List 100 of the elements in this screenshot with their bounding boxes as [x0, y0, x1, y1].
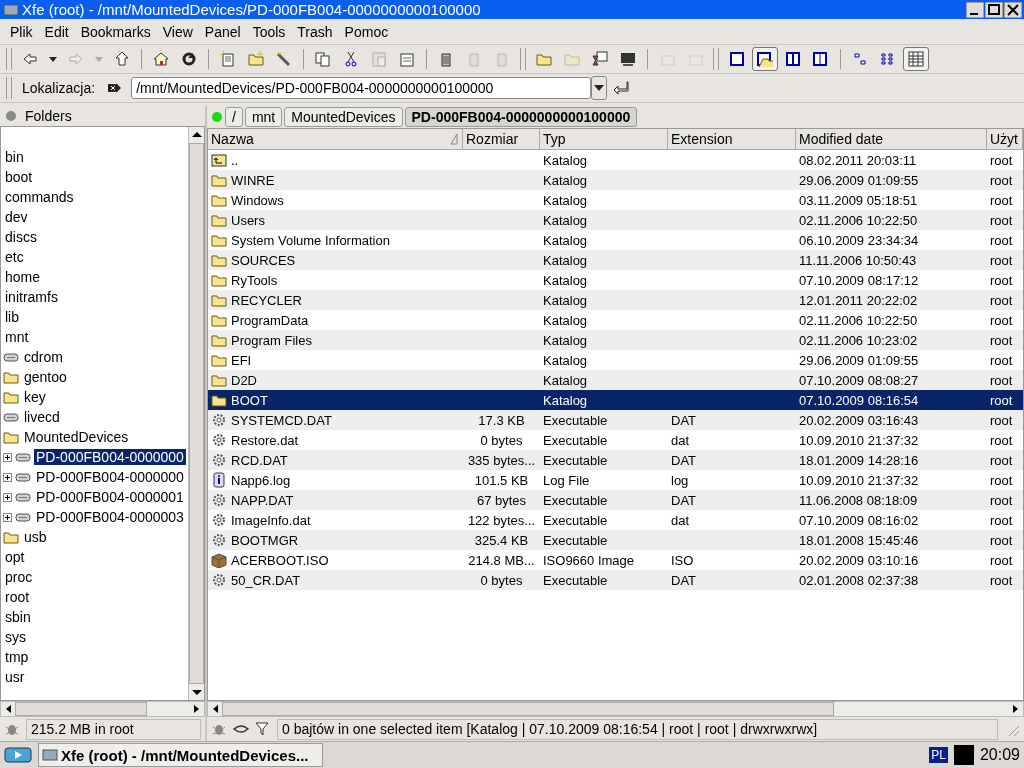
menu-item[interactable]: Pomoc: [338, 23, 395, 40]
tree-item[interactable]: boot: [3, 169, 35, 185]
tree-item[interactable]: sbin: [3, 609, 33, 625]
trash-icon: [438, 51, 454, 67]
path-button[interactable]: MountedDevices: [284, 107, 403, 127]
tree-item[interactable]: home: [3, 269, 43, 285]
tree-item[interactable]: etc: [3, 249, 26, 265]
enter-icon[interactable]: [613, 80, 630, 96]
parent-folder-icon: [211, 152, 227, 168]
file-row[interactable]: 50_CR.DAT 0 bytes Executable DAT 02.01.2008 02:37:38 root: [208, 570, 1023, 590]
tree-item[interactable]: commands: [3, 189, 76, 205]
file-row[interactable]: BOOTMGR 325.4 KB Executable 18.01.2008 15:45:46 root: [208, 530, 1023, 550]
file-row[interactable]: System Volume Information Katalog 06.10.2009 23:34:34 root: [208, 230, 1023, 250]
expand-icon[interactable]: [3, 492, 12, 502]
tree-item[interactable]: bin: [3, 149, 26, 165]
table-cell: 02.01.2008 02:37:38: [799, 572, 919, 588]
tree-item[interactable]: discs: [3, 229, 39, 245]
file-row[interactable]: SOURCES Katalog 11.11.2006 10:50:43 root: [208, 250, 1023, 270]
file-row[interactable]: D2D Katalog 07.10.2009 08:08:27 root: [208, 370, 1023, 390]
tree-item[interactable]: dev: [3, 209, 30, 225]
path-button[interactable]: mnt: [244, 107, 283, 127]
file-row[interactable]: EFI Katalog 29.06.2009 01:09:55 root: [208, 350, 1023, 370]
path-button[interactable]: /: [225, 107, 243, 127]
tree-item[interactable]: PD-000FB004-0000000: [34, 469, 186, 485]
file-row[interactable]: RECYCLER Katalog 12.01.2011 20:22:02 root: [208, 290, 1023, 310]
file-row[interactable]: WINRE Katalog 29.06.2009 01:09:55 root: [208, 170, 1023, 190]
tree-item[interactable]: usr: [3, 669, 27, 685]
file-row[interactable]: .. Katalog 08.02.2011 20:03:11 root: [208, 150, 1023, 170]
expand-icon[interactable]: [3, 472, 12, 482]
start-icon[interactable]: [4, 747, 32, 763]
horizontal-scrollbar[interactable]: [0, 701, 205, 717]
table-cell: 325.4 KB: [474, 532, 529, 548]
tree-panel-button[interactable]: [752, 47, 778, 71]
menu-item[interactable]: Tools: [246, 23, 292, 40]
tree-item[interactable]: sys: [3, 629, 28, 645]
folder-icon: [211, 332, 227, 348]
sort-icon: [449, 133, 459, 145]
close-icon[interactable]: [1004, 1, 1022, 18]
location-field[interactable]: /mnt/MountedDevices/PD-000FB004-0000000000100000: [131, 77, 592, 99]
column-header[interactable]: Użyt: [987, 129, 1023, 150]
scroll-thumb[interactable]: [15, 702, 147, 716]
menu-item[interactable]: Plik: [4, 23, 39, 40]
keyboard-layout[interactable]: PL: [929, 747, 948, 763]
tree-item[interactable]: gentoo: [22, 369, 69, 385]
file-row[interactable]: Windows Katalog 03.11.2009 05:18:51 root: [208, 190, 1023, 210]
menu-item[interactable]: Edit: [38, 23, 75, 40]
tree-item[interactable]: MountedDevices: [22, 429, 131, 445]
menu-item[interactable]: Trash: [291, 23, 339, 40]
menu-item[interactable]: Bookmarks: [74, 23, 157, 40]
status-text: 0 bajtów in one selected item [Katalog | 07.10.2009 08:16:54 | root | root | drwxrwxrwx]: [277, 718, 998, 740]
column-header[interactable]: Typ: [540, 129, 668, 150]
horizontal-scrollbar[interactable]: [207, 701, 1024, 717]
expand-icon[interactable]: [3, 512, 12, 522]
maximize-icon[interactable]: [985, 1, 1003, 18]
column-header[interactable]: Nazwa: [208, 129, 463, 150]
file-row[interactable]: BOOT Katalog 07.10.2009 08:16:54 root: [208, 390, 1023, 410]
file-row[interactable]: NAPP.DAT 67 bytes Executable DAT 11.06.2008 08:18:09 root: [208, 490, 1023, 510]
tree-item[interactable]: proc: [3, 569, 35, 585]
tree-item[interactable]: usb: [22, 529, 49, 545]
file-name: Windows: [231, 192, 284, 208]
column-header[interactable]: Modified date: [796, 129, 987, 150]
minimize-icon[interactable]: [966, 1, 984, 18]
scroll-thumb[interactable]: [222, 702, 834, 716]
tree-item[interactable]: root: [3, 589, 32, 605]
path-button[interactable]: PD-000FB004-0000000000100000: [404, 107, 638, 127]
file-row[interactable]: ACERBOOT.ISO 214.8 MB... ISO9660 Image ISO 20.02.2009 03:10:16 root: [208, 550, 1023, 570]
tree-item[interactable]: PD-000FB004-0000001: [34, 489, 186, 505]
tree-item[interactable]: mnt: [3, 329, 31, 345]
file-row[interactable]: Program Files Katalog 02.11.2006 10:23:02 root: [208, 330, 1023, 350]
filter-icon[interactable]: [255, 721, 271, 737]
file-row[interactable]: SYSTEMCD.DAT 17.3 KB Executable DAT 20.02.2009 03:16:43 root: [208, 410, 1023, 430]
tree-item[interactable]: cdrom: [22, 349, 65, 365]
tree-item[interactable]: opt: [3, 549, 27, 565]
tree-item[interactable]: PD-000FB004-0000003: [34, 509, 186, 525]
file-row[interactable]: RyTools Katalog 07.10.2009 08:17:12 root: [208, 270, 1023, 290]
tree-item[interactable]: key: [22, 389, 48, 405]
file-row[interactable]: Users Katalog 02.11.2006 10:22:50 root: [208, 210, 1023, 230]
menu-item[interactable]: View: [156, 23, 199, 40]
column-header[interactable]: Extension: [668, 129, 796, 150]
table-cell: ISO9660 Image: [543, 552, 635, 568]
tree-item[interactable]: PD-000FB004-0000000: [34, 449, 186, 465]
file-row[interactable]: Restore.dat 0 bytes Executable dat 10.09.2010 21:37:32 root: [208, 430, 1023, 450]
detailed-list-button[interactable]: [903, 47, 929, 71]
tray-icon[interactable]: [953, 745, 974, 765]
file-row[interactable]: ImageInfo.dat 122 bytes... Executable dat 07.10.2009 08:16:02 root: [208, 510, 1023, 530]
file-row[interactable]: Napp6.log 101.5 KB Log File log 10.09.2010 21:37:32 root: [208, 470, 1023, 490]
taskbar-button[interactable]: Xfe (root) - /mnt/MountedDevices...: [38, 743, 323, 767]
table-cell: root: [990, 452, 1013, 468]
table-cell: root: [990, 312, 1013, 328]
detailed-list-icon: [908, 51, 924, 67]
tree-item[interactable]: tmp: [3, 649, 31, 665]
column-header[interactable]: Rozmiar: [463, 129, 540, 150]
file-row[interactable]: ProgramData Katalog 02.11.2006 10:22:50 root: [208, 310, 1023, 330]
expand-icon[interactable]: [3, 452, 12, 462]
dropdown-button[interactable]: [591, 76, 608, 100]
menu-item[interactable]: Panel: [198, 23, 247, 40]
tree-item[interactable]: lib: [3, 309, 21, 325]
file-row[interactable]: RCD.DAT 335 bytes... Executable DAT 18.01.2009 14:28:16 root: [208, 450, 1023, 470]
tree-item[interactable]: initramfs: [3, 289, 60, 305]
tree-item[interactable]: livecd: [22, 409, 62, 425]
